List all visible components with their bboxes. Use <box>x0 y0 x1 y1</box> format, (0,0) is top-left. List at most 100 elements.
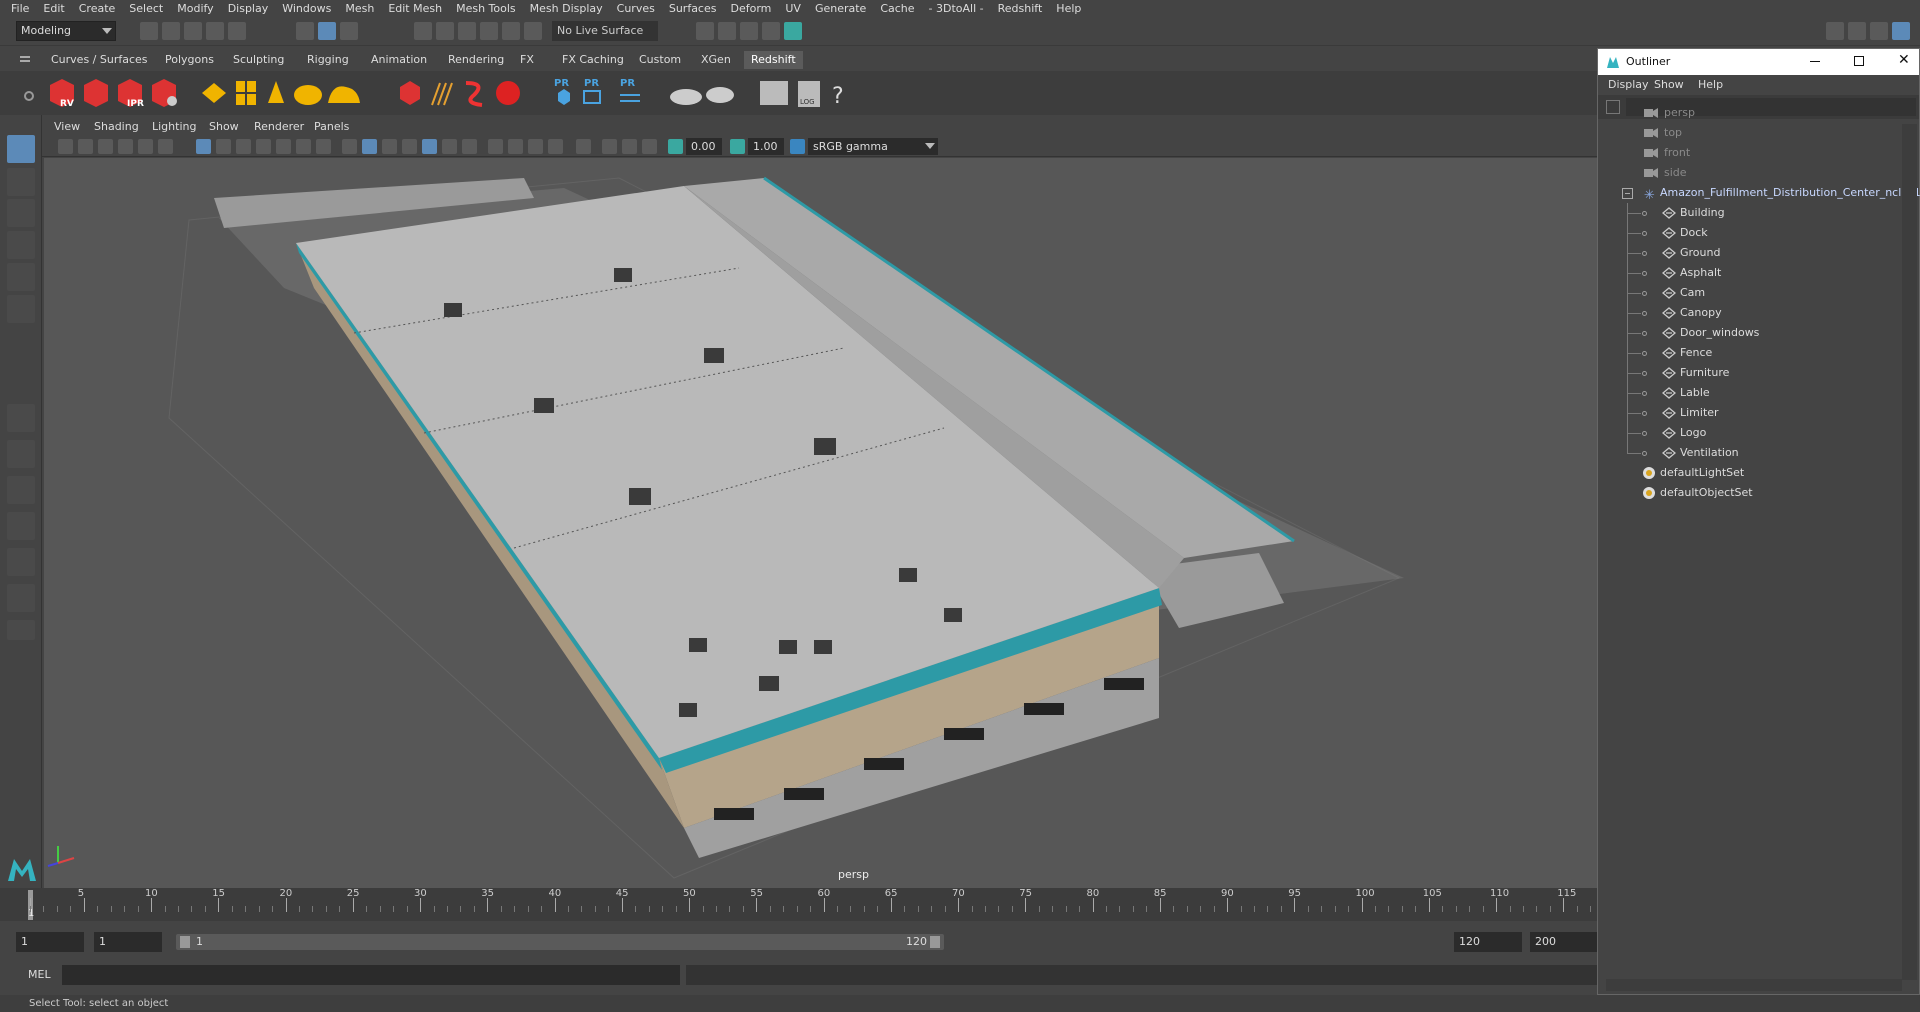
menu-mesh-tools[interactable]: Mesh Tools <box>449 0 523 17</box>
camera-select-icon[interactable] <box>58 139 73 154</box>
screen-space-ao-icon[interactable] <box>488 139 503 154</box>
select-object-icon[interactable] <box>318 22 336 40</box>
perspective-viewport[interactable] <box>44 158 1597 888</box>
attribute-editor-icon[interactable] <box>1870 22 1888 40</box>
menu-surfaces[interactable]: Surfaces <box>662 0 724 17</box>
outliner-menu-help[interactable]: Help <box>1698 78 1723 91</box>
select-component-icon[interactable] <box>340 22 358 40</box>
maximize-icon[interactable] <box>1854 56 1864 66</box>
film-gate-icon[interactable] <box>216 139 231 154</box>
shelf-menu-icon[interactable] <box>20 56 30 62</box>
gamma-icon[interactable] <box>730 139 745 154</box>
wireframe-on-shaded-icon[interactable] <box>382 139 397 154</box>
gamma-field[interactable]: 1.00 <box>748 138 784 155</box>
shelf-tab-rendering[interactable]: Rendering <box>441 51 511 69</box>
shelf-tab-polygons[interactable]: Polygons <box>158 51 221 69</box>
lasso-tool-icon[interactable] <box>7 168 35 196</box>
new-scene-icon[interactable] <box>140 22 158 40</box>
outliner-item-group[interactable]: ✳ Amazon_Fulfillment_Distribution_Center_… <box>1598 183 1920 203</box>
ambient-occlusion-icon[interactable] <box>462 139 477 154</box>
render-settings-icon[interactable] <box>762 22 780 40</box>
xray-icon[interactable] <box>602 139 617 154</box>
render-view-icon[interactable] <box>696 22 714 40</box>
paint-select-icon[interactable] <box>7 199 35 227</box>
viewport-menu-view[interactable]: View <box>54 120 80 133</box>
shelf-tab-animation[interactable]: Animation <box>364 51 434 69</box>
smooth-shade-icon[interactable] <box>362 139 377 154</box>
image-plane-icon[interactable] <box>118 139 133 154</box>
viewport-menu-panels[interactable]: Panels <box>314 120 349 133</box>
side-by-side-icon[interactable] <box>7 476 35 504</box>
hypershade-icon[interactable] <box>784 22 802 40</box>
outliner-item-asphalt[interactable]: Asphalt <box>1598 263 1898 283</box>
field-chart-icon[interactable] <box>276 139 291 154</box>
textured-icon[interactable] <box>402 139 417 154</box>
grid-icon[interactable] <box>196 139 211 154</box>
viewport-menu-renderer[interactable]: Renderer <box>254 120 304 133</box>
outliner-item-lable[interactable]: Lable <box>1598 383 1898 403</box>
xray-components-icon[interactable] <box>642 139 657 154</box>
snap-view-icon[interactable] <box>480 22 498 40</box>
menu-uv[interactable]: UV <box>778 0 808 17</box>
range-start-handle[interactable] <box>180 936 190 948</box>
minimize-icon[interactable] <box>1810 61 1820 62</box>
persp-graph-icon[interactable] <box>7 512 35 540</box>
outliner-item-building[interactable]: Building <box>1598 203 1898 223</box>
playback-end-field[interactable]: 120 <box>1454 932 1522 952</box>
outliner-item-ground[interactable]: Ground <box>1598 243 1898 263</box>
redshift-light-icons[interactable] <box>200 77 380 109</box>
outliner-item-door_windows[interactable]: Door_windows <box>1598 323 1898 343</box>
tool-settings-icon[interactable] <box>1892 22 1910 40</box>
close-icon[interactable]: ✕ <box>1898 52 1910 68</box>
redshift-material-icons[interactable] <box>666 77 736 109</box>
outliner-menu-display[interactable]: Display <box>1608 78 1649 91</box>
menu-windows[interactable]: Windows <box>275 0 338 17</box>
rotate-tool-icon[interactable] <box>7 263 35 291</box>
render-frame-icon[interactable] <box>718 22 736 40</box>
single-view-icon[interactable] <box>7 404 35 432</box>
scene-end-field[interactable]: 200 <box>1530 932 1597 952</box>
snap-grid-icon[interactable] <box>414 22 432 40</box>
redo-icon[interactable] <box>228 22 246 40</box>
snap-curve-icon[interactable] <box>436 22 454 40</box>
shelf-tab-custom[interactable]: Custom <box>632 51 688 69</box>
menu--3dtoall-[interactable]: - 3DtoAll - <box>922 0 991 17</box>
menu-help[interactable]: Help <box>1049 0 1088 17</box>
camera-attributes-icon[interactable] <box>78 139 93 154</box>
layout-preset-icon[interactable] <box>7 584 35 612</box>
menu-create[interactable]: Create <box>72 0 123 17</box>
more-layouts-icon[interactable] <box>7 620 35 640</box>
shelf-tab-rigging[interactable]: Rigging <box>300 51 356 69</box>
gate-mask-icon[interactable] <box>256 139 271 154</box>
snap-surface-icon[interactable] <box>502 22 520 40</box>
menu-file[interactable]: File <box>4 0 36 17</box>
live-surface-field[interactable]: No Live Surface <box>552 21 658 41</box>
anti-aliasing-icon[interactable] <box>528 139 543 154</box>
outliner-item-dock[interactable]: Dock <box>1598 223 1898 243</box>
outliner-item-limiter[interactable]: Limiter <box>1598 403 1898 423</box>
menu-edit-mesh[interactable]: Edit Mesh <box>381 0 449 17</box>
safe-title-icon[interactable] <box>316 139 331 154</box>
outliner-item-defaultLightSet[interactable]: defaultLightSet <box>1598 463 1898 483</box>
menu-mesh[interactable]: Mesh <box>338 0 381 17</box>
shelf-tab-redshift[interactable]: Redshift <box>744 51 803 69</box>
shadows-icon[interactable] <box>442 139 457 154</box>
outliner-horizontal-scrollbar[interactable] <box>1606 979 1902 991</box>
safe-action-icon[interactable] <box>296 139 311 154</box>
snap-point-icon[interactable] <box>458 22 476 40</box>
range-end-handle[interactable] <box>930 936 940 948</box>
undo-icon[interactable] <box>206 22 224 40</box>
playback-start-field[interactable]: 1 <box>94 932 162 952</box>
color-management-icon[interactable] <box>790 139 805 154</box>
menu-display[interactable]: Display <box>221 0 276 17</box>
outliner-item-defaultObjectSet[interactable]: defaultObjectSet <box>1598 483 1898 503</box>
four-view-icon[interactable] <box>7 440 35 468</box>
open-scene-icon[interactable] <box>162 22 180 40</box>
redshift-proxy-icons[interactable]: PR PR PR <box>550 75 650 111</box>
outliner-item-fence[interactable]: Fence <box>1598 343 1898 363</box>
depth-of-field-icon[interactable] <box>548 139 563 154</box>
viewport-menu-show[interactable]: Show <box>209 120 239 133</box>
menu-modify[interactable]: Modify <box>170 0 220 17</box>
outliner-item-logo[interactable]: Logo <box>1598 423 1898 443</box>
resolution-gate-icon[interactable] <box>236 139 251 154</box>
